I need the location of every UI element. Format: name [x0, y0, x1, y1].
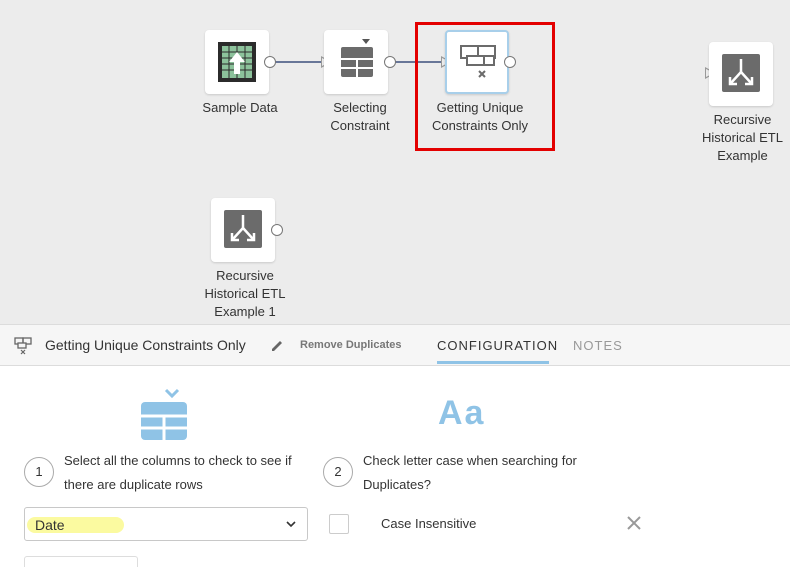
output-port[interactable]	[264, 56, 276, 68]
output-port[interactable]	[271, 224, 283, 236]
tool-type-label: Remove Duplicates	[300, 339, 402, 351]
select-value: Date	[35, 517, 65, 533]
step2-description: Check letter case when searching for Dup…	[363, 453, 577, 492]
step-number: 1	[24, 457, 54, 487]
pencil-icon[interactable]	[270, 338, 284, 352]
select-columns-icon	[341, 39, 373, 77]
node-recursive-etl-1[interactable]	[211, 198, 275, 262]
node-label: Selecting Constraint	[330, 100, 390, 133]
node-selecting-constraint[interactable]	[324, 30, 388, 94]
remove-duplicates-icon	[14, 337, 32, 355]
step-number: 2	[323, 457, 353, 487]
output-port[interactable]	[384, 56, 396, 68]
tab-configuration[interactable]: CONFIGURATION	[437, 338, 558, 353]
connectors	[275, 61, 442, 63]
select-columns-icon	[141, 388, 187, 440]
letter-case-icon: Aa	[438, 394, 486, 432]
config-header: Getting Unique Constraints Only Remove D…	[0, 324, 790, 366]
node-recursive-etl[interactable]	[709, 42, 773, 106]
close-icon[interactable]	[626, 515, 642, 531]
node-label: Sample Data	[202, 100, 278, 115]
active-tab-underline	[437, 361, 549, 364]
column-select[interactable]: Date	[24, 507, 308, 541]
workflow-canvas[interactable]: Sample Data Selecting Constraint Getting…	[0, 0, 790, 324]
node-label: Recursive Historical ETL Example 1	[204, 268, 286, 319]
panel-title: Getting Unique Constraints Only	[45, 337, 246, 353]
step1-description: Select all the columns to check to see i…	[64, 453, 292, 492]
chevron-down-icon	[286, 521, 296, 528]
add-column-button[interactable]	[24, 556, 138, 567]
recursive-icon	[722, 54, 760, 92]
node-sample-data[interactable]	[205, 30, 269, 94]
case-insensitive-checkbox[interactable]	[329, 514, 349, 534]
recursive-icon	[224, 210, 262, 248]
selection-highlight	[415, 22, 555, 151]
checkbox-label: Case Insensitive	[381, 516, 477, 531]
node-label: Recursive Historical ETL Example	[702, 112, 783, 163]
spreadsheet-icon	[218, 42, 256, 82]
tab-notes[interactable]: NOTES	[573, 338, 623, 353]
